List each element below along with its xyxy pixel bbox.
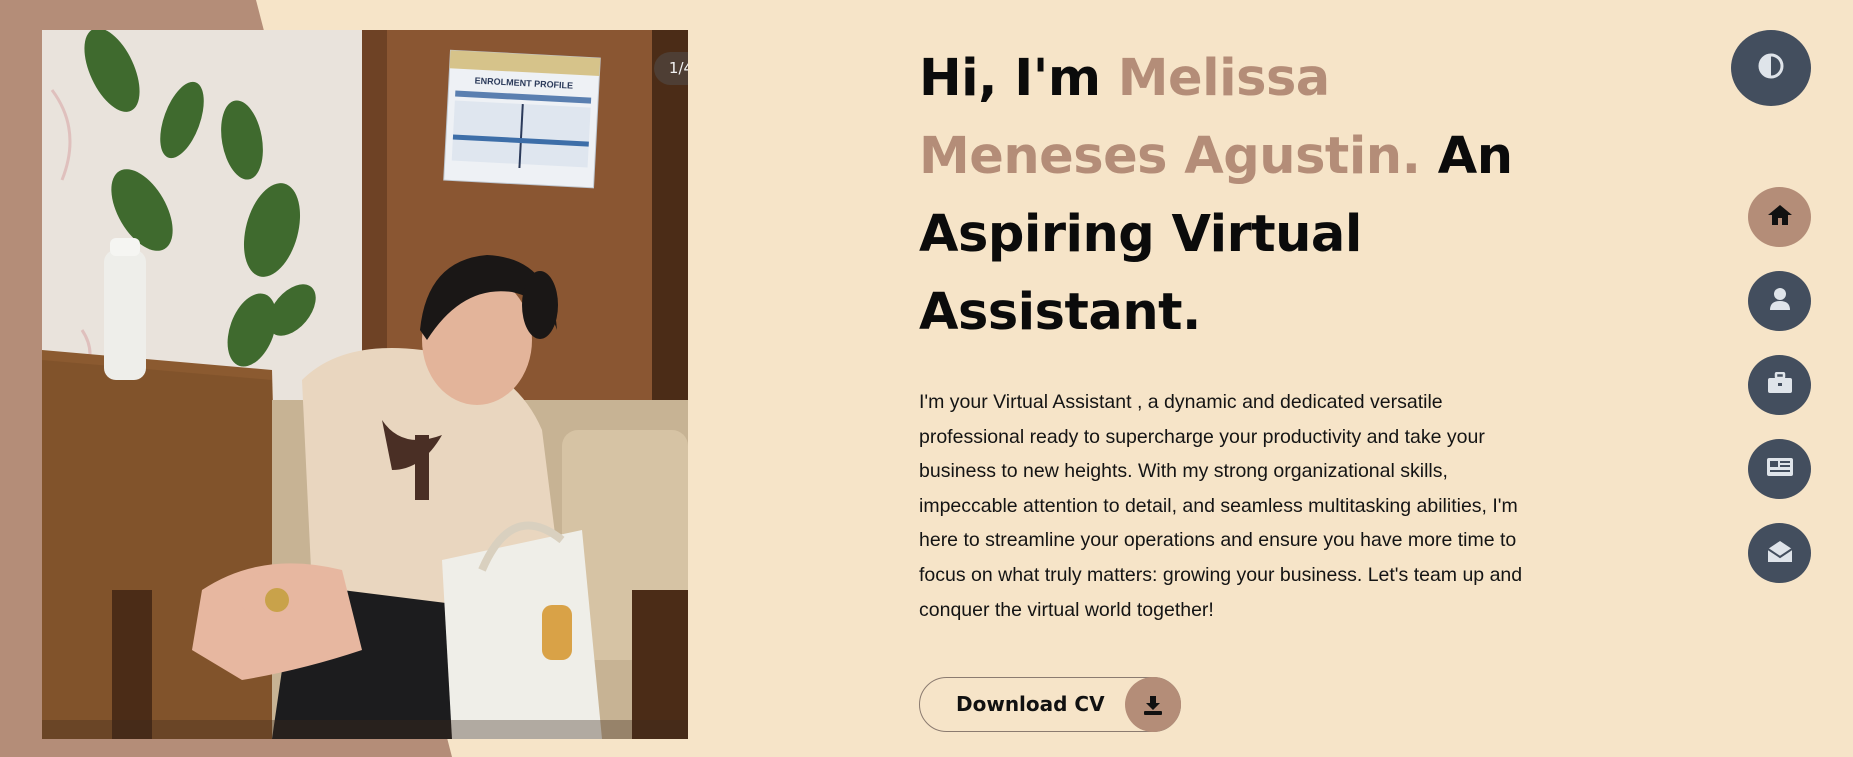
download-cv-button[interactable]: Download CV [919,677,1181,732]
hero-greeting: Hi, I'm [919,49,1118,108]
nav-about-button[interactable] [1748,271,1811,331]
nav-blog-button[interactable] [1748,439,1811,499]
nav-home-button[interactable] [1748,187,1811,247]
hero-bio: I'm your Virtual Assistant , a dynamic a… [919,391,1523,621]
side-nav [1748,187,1811,607]
download-icon [1125,677,1181,732]
newspaper-icon [1766,457,1794,481]
hero-heading: Hi, I'm Melissa Meneses Agustin. An Aspi… [919,40,1559,352]
briefcase-icon [1767,371,1793,398]
theme-toggle-button[interactable] [1731,30,1811,106]
nav-contact-button[interactable] [1748,523,1811,583]
contrast-icon [1758,53,1784,83]
home-icon [1767,203,1793,231]
portrait-photo[interactable]: ENROLMENT PROFILE 1/ [42,30,688,739]
hero-section: Hi, I'm Melissa Meneses Agustin. An Aspi… [919,40,1559,627]
photo-counter: 1/4 [654,52,688,85]
nav-portfolio-button[interactable] [1748,355,1811,415]
envelope-open-icon [1766,539,1793,567]
download-cv-label: Download CV [956,692,1105,716]
user-icon [1769,287,1791,315]
